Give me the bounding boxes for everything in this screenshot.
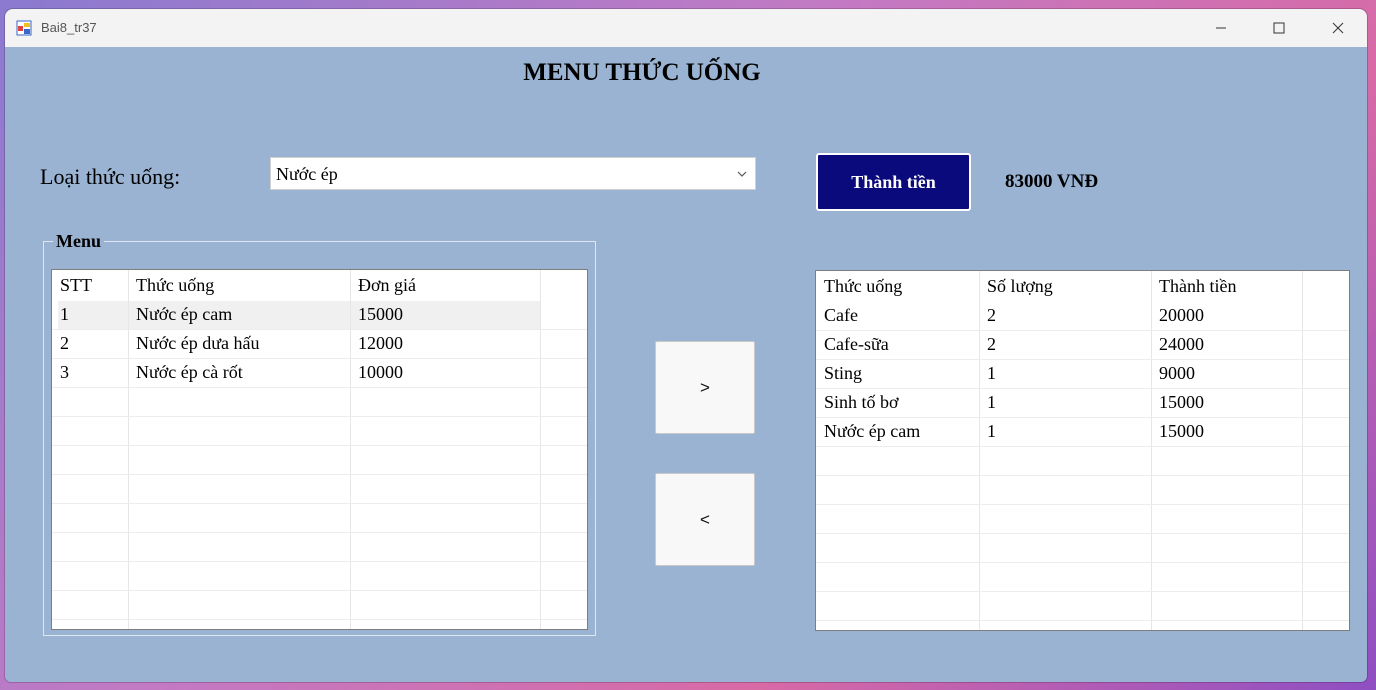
row-divider xyxy=(816,417,1349,418)
app-window: Bai8_tr37 MENU THỨC UỐNG Loại thức uống:… xyxy=(5,9,1367,682)
drink-type-value: Nước ép xyxy=(276,164,338,184)
row-divider xyxy=(52,329,587,330)
row-divider xyxy=(816,591,1349,592)
remove-from-order-button[interactable]: < xyxy=(655,473,755,566)
total-amount: 83000 VNĐ xyxy=(1005,171,1099,192)
minimize-button[interactable] xyxy=(1192,9,1250,47)
add-to-order-button[interactable]: > xyxy=(655,341,755,434)
menu-group-title: Menu xyxy=(53,231,104,252)
window-title: Bai8_tr37 xyxy=(41,20,97,35)
maximize-icon xyxy=(1273,22,1285,34)
chevron-down-icon xyxy=(737,171,747,177)
minimize-icon xyxy=(1216,27,1226,29)
row-divider xyxy=(52,416,587,417)
calculate-total-button[interactable]: Thành tiền xyxy=(816,153,971,211)
table-cell[interactable]: Cafe xyxy=(824,305,858,326)
drink-type-label: Loại thức uống: xyxy=(40,164,181,189)
table-cell[interactable]: 20000 xyxy=(1159,305,1204,326)
title-bar: Bai8_tr37 xyxy=(5,9,1367,47)
row-divider xyxy=(52,590,587,591)
row-divider xyxy=(52,445,587,446)
row-divider xyxy=(816,388,1349,389)
table-cell[interactable]: Nước ép cam xyxy=(136,304,232,325)
row-divider xyxy=(816,504,1349,505)
table-cell[interactable]: 12000 xyxy=(358,333,403,354)
row-divider xyxy=(52,387,587,388)
row-divider xyxy=(816,446,1349,447)
table-cell[interactable]: Sting xyxy=(824,363,862,384)
column-divider xyxy=(1151,271,1152,630)
close-button[interactable] xyxy=(1309,9,1367,47)
page-title: MENU THỨC UỐNG xyxy=(523,59,761,86)
column-header[interactable]: STT xyxy=(60,275,92,296)
table-cell[interactable]: 15000 xyxy=(358,304,403,325)
row-divider xyxy=(52,474,587,475)
table-cell[interactable]: Nước ép dưa hấu xyxy=(136,333,260,354)
row-divider xyxy=(52,358,587,359)
table-cell[interactable]: 10000 xyxy=(358,362,403,383)
table-cell[interactable]: 1 xyxy=(987,421,996,442)
table-cell[interactable]: 1 xyxy=(987,392,996,413)
column-divider xyxy=(128,270,129,629)
table-cell[interactable]: Nước ép cà rốt xyxy=(136,362,243,383)
table-cell[interactable]: Sinh tố bơ xyxy=(824,392,899,413)
column-header[interactable]: Thức uống xyxy=(136,275,214,296)
column-divider xyxy=(1302,271,1303,630)
table-cell[interactable]: 1 xyxy=(60,304,69,325)
table-cell[interactable]: 2 xyxy=(987,334,996,355)
row-divider xyxy=(52,619,587,620)
column-header[interactable]: Thành tiền xyxy=(1159,276,1236,297)
row-divider xyxy=(816,620,1349,621)
row-divider xyxy=(52,532,587,533)
row-divider xyxy=(816,475,1349,476)
row-divider xyxy=(52,503,587,504)
table-cell[interactable]: 9000 xyxy=(1159,363,1195,384)
table-cell[interactable]: Nước ép cam xyxy=(824,421,920,442)
column-divider xyxy=(540,270,541,629)
column-divider xyxy=(350,270,351,629)
close-icon xyxy=(1332,22,1344,34)
table-cell[interactable]: 24000 xyxy=(1159,334,1204,355)
table-cell[interactable]: 1 xyxy=(987,363,996,384)
row-divider xyxy=(816,562,1349,563)
selected-row-highlight xyxy=(58,301,540,329)
maximize-button[interactable] xyxy=(1250,9,1308,47)
app-icon xyxy=(16,20,32,36)
table-cell[interactable]: Cafe-sữa xyxy=(824,334,889,355)
table-cell[interactable]: 15000 xyxy=(1159,392,1204,413)
column-header[interactable]: Thức uống xyxy=(824,276,902,297)
table-cell[interactable]: 15000 xyxy=(1159,421,1204,442)
column-header[interactable]: Số lượng xyxy=(987,276,1053,297)
row-divider xyxy=(816,359,1349,360)
row-divider xyxy=(816,330,1349,331)
table-cell[interactable]: 2 xyxy=(987,305,996,326)
table-cell[interactable]: 3 xyxy=(60,362,69,383)
menu-listview[interactable]: STT Thức uống Đơn giá 1 Nước ép cam 15000 2 Nướ… xyxy=(51,269,588,630)
row-divider xyxy=(816,533,1349,534)
column-header[interactable]: Đơn giá xyxy=(358,275,416,296)
drink-type-combobox[interactable]: Nước ép xyxy=(270,157,756,190)
order-listview[interactable]: Thức uống Số lượng Thành tiền Cafe 2 20000 Caf… xyxy=(815,270,1350,631)
column-divider xyxy=(979,271,980,630)
table-cell[interactable]: 2 xyxy=(60,333,69,354)
row-divider xyxy=(52,561,587,562)
